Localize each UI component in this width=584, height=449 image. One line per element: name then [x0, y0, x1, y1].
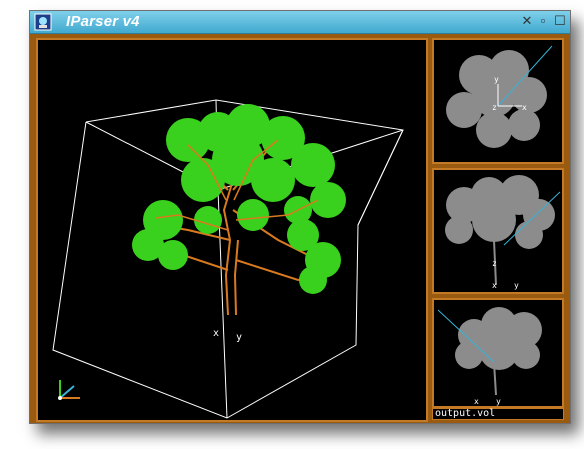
top-viewport[interactable]: x y z: [432, 38, 564, 164]
front-axis-x-label: x: [492, 281, 497, 290]
client-area: x y x y z z x y x y output.vol: [30, 34, 570, 423]
close-button[interactable]: ✕: [520, 14, 534, 28]
side-viewport[interactable]: x y: [432, 298, 564, 408]
front-viewport[interactable]: z x y: [432, 168, 564, 294]
title-bar[interactable]: IParser v4 ✕ ▫ ☐: [30, 11, 570, 34]
main-axis-x-label: x: [213, 328, 219, 339]
output-filename: output.vol: [432, 408, 564, 420]
app-window: IParser v4 ✕ ▫ ☐ x y x y z z x y x y out…: [29, 10, 571, 424]
main-axis-y-label: y: [236, 332, 242, 343]
axis-gizmo-icon: [58, 380, 80, 400]
front-axis-z-label: z: [492, 259, 497, 268]
side-axis-x-label: x: [474, 397, 479, 406]
app-icon: [34, 13, 52, 31]
tree-foliage: [132, 104, 346, 294]
top-axis-z-label: z: [492, 103, 497, 112]
front-axis-y-label: y: [514, 281, 519, 290]
side-axis-y-label: y: [496, 397, 501, 406]
maximize-button[interactable]: ☐: [553, 14, 567, 28]
minimize-button[interactable]: ▫: [536, 14, 550, 28]
window-title: IParser v4: [66, 13, 140, 30]
top-axis-x-label: x: [522, 103, 527, 112]
perspective-viewport[interactable]: x y: [36, 38, 428, 422]
top-axis-y-label: y: [494, 75, 499, 84]
tree-silhouette: [446, 50, 547, 148]
